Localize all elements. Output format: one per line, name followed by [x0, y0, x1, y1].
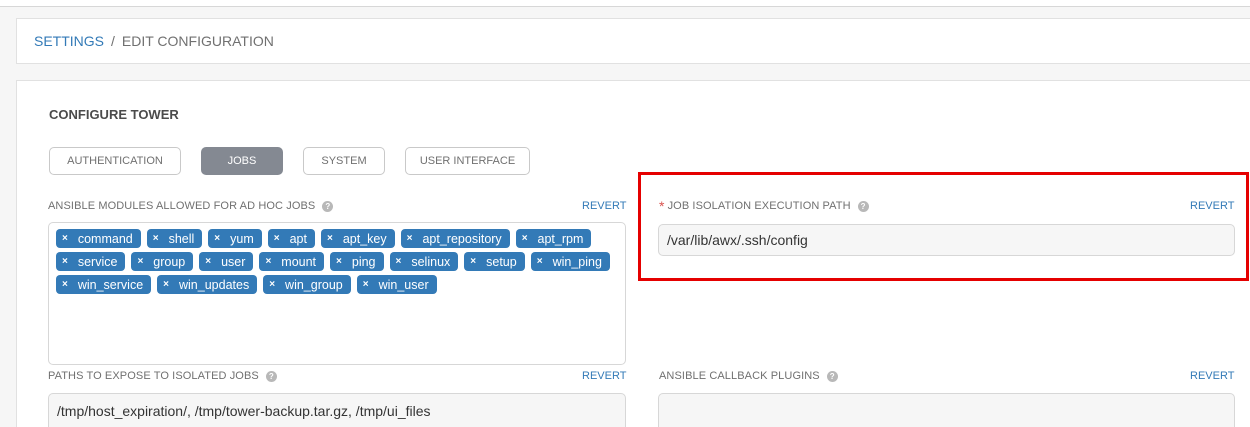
page: SETTINGS / EDIT CONFIGURATION CONFIGURE … — [0, 0, 1250, 427]
module-tag-label: ping — [351, 254, 376, 269]
module-tag-label: win_service — [77, 277, 144, 292]
module-tag-label: command — [77, 231, 133, 246]
module-tag[interactable]: × win_updates — [157, 275, 258, 294]
tab-system[interactable]: SYSTEM — [303, 147, 385, 175]
question-circle-icon[interactable]: ? — [322, 200, 334, 212]
module-tag[interactable]: × yum — [208, 229, 262, 248]
module-tag[interactable]: × apt_key — [321, 229, 395, 248]
module-tag[interactable]: × win_service — [56, 275, 152, 294]
module-tag-label: apt_repository — [422, 231, 502, 246]
tab-bar: AUTHENTICATION JOBS SYSTEM USER INTERFAC… — [49, 147, 550, 175]
close-icon[interactable]: × — [153, 233, 159, 244]
module-tag-label: mount — [281, 254, 317, 269]
breadcrumb-settings-link[interactable]: SETTINGS — [34, 33, 104, 49]
module-tag-label: setup — [486, 254, 517, 269]
close-icon[interactable]: × — [274, 233, 280, 244]
close-icon[interactable]: × — [205, 256, 211, 267]
module-tag-label: win_user — [378, 277, 429, 292]
module-tag[interactable]: × apt — [267, 229, 315, 248]
tab-user-interface[interactable]: USER INTERFACE — [405, 147, 530, 175]
breadcrumb: SETTINGS / EDIT CONFIGURATION — [16, 18, 1250, 64]
close-icon[interactable]: × — [470, 256, 476, 267]
close-icon[interactable]: × — [265, 256, 271, 267]
adhoc-modules-tag-input[interactable]: × command × shell × yum × apt × apt_key × apt_repos… — [48, 222, 626, 365]
module-tag[interactable]: × shell — [146, 229, 203, 248]
module-tag-label: service — [77, 254, 118, 269]
module-tag[interactable]: × user — [199, 252, 254, 271]
module-tag-label: shell — [168, 231, 195, 246]
close-icon[interactable]: × — [537, 256, 543, 267]
close-icon[interactable]: × — [327, 233, 333, 244]
panel-title: CONFIGURE TOWER — [49, 107, 179, 122]
module-tag[interactable]: × win_ping — [530, 252, 610, 271]
close-icon[interactable]: × — [163, 279, 169, 290]
module-tag-label: selinux — [411, 254, 451, 269]
module-tag-label: apt_key — [342, 231, 387, 246]
module-tag[interactable]: × apt_rpm — [515, 229, 592, 248]
expose-paths-label-text: PATHS TO EXPOSE TO ISOLATED JOBS — [48, 370, 259, 382]
close-icon[interactable]: × — [62, 279, 68, 290]
module-tag[interactable]: × mount — [259, 252, 325, 271]
module-tag-label: yum — [230, 231, 254, 246]
close-icon[interactable]: × — [522, 233, 528, 244]
callback-plugins-label: ANSIBLE CALLBACK PLUGINS ? — [659, 370, 838, 382]
module-tag[interactable]: × selinux — [389, 252, 459, 271]
module-tag[interactable]: × win_group — [263, 275, 351, 294]
question-circle-icon[interactable]: ? — [826, 370, 838, 382]
module-tag-label: apt — [289, 231, 307, 246]
callback-plugins-revert-link[interactable]: REVERT — [1190, 370, 1234, 382]
callback-plugins-input[interactable] — [658, 393, 1235, 427]
module-tag[interactable]: × command — [56, 229, 141, 248]
highlight-box — [638, 172, 1249, 281]
close-icon[interactable]: × — [214, 233, 220, 244]
module-tag[interactable]: × win_user — [356, 275, 437, 294]
callback-plugins-label-text: ANSIBLE CALLBACK PLUGINS — [659, 370, 820, 382]
close-icon[interactable]: × — [407, 233, 413, 244]
module-tag[interactable]: × group — [131, 252, 194, 271]
module-tag-label: user — [221, 254, 246, 269]
close-icon[interactable]: × — [363, 279, 369, 290]
expose-paths-revert-link[interactable]: REVERT — [582, 370, 626, 382]
close-icon[interactable]: × — [62, 233, 68, 244]
close-icon[interactable]: × — [269, 279, 275, 290]
expose-paths-label: PATHS TO EXPOSE TO ISOLATED JOBS ? — [48, 370, 277, 382]
close-icon[interactable]: × — [62, 256, 68, 267]
top-bar — [0, 0, 1250, 7]
module-tag[interactable]: × ping — [330, 252, 384, 271]
module-tag-label: win_group — [285, 277, 343, 292]
module-tag-label: win_ping — [552, 254, 602, 269]
close-icon[interactable]: × — [396, 256, 402, 267]
module-tag-label: group — [153, 254, 186, 269]
close-icon[interactable]: × — [137, 256, 143, 267]
module-tag-label: apt_rpm — [537, 231, 584, 246]
tab-authentication[interactable]: AUTHENTICATION — [49, 147, 181, 175]
question-circle-icon[interactable]: ? — [265, 370, 277, 382]
adhoc-modules-revert-link[interactable]: REVERT — [582, 200, 626, 212]
module-tag[interactable]: × setup — [464, 252, 525, 271]
tab-jobs[interactable]: JOBS — [201, 147, 283, 175]
breadcrumb-separator: / — [111, 33, 115, 49]
adhoc-modules-label-text: ANSIBLE MODULES ALLOWED FOR AD HOC JOBS — [48, 200, 316, 212]
module-tag[interactable]: × apt_repository — [400, 229, 510, 248]
expose-paths-input[interactable]: /tmp/host_expiration/, /tmp/tower-backup… — [48, 393, 626, 427]
module-tag[interactable]: × service — [56, 252, 126, 271]
module-tag-label: win_updates — [179, 277, 250, 292]
breadcrumb-current: EDIT CONFIGURATION — [121, 33, 274, 49]
adhoc-modules-label: ANSIBLE MODULES ALLOWED FOR AD HOC JOBS … — [48, 200, 334, 212]
close-icon[interactable]: × — [336, 256, 342, 267]
